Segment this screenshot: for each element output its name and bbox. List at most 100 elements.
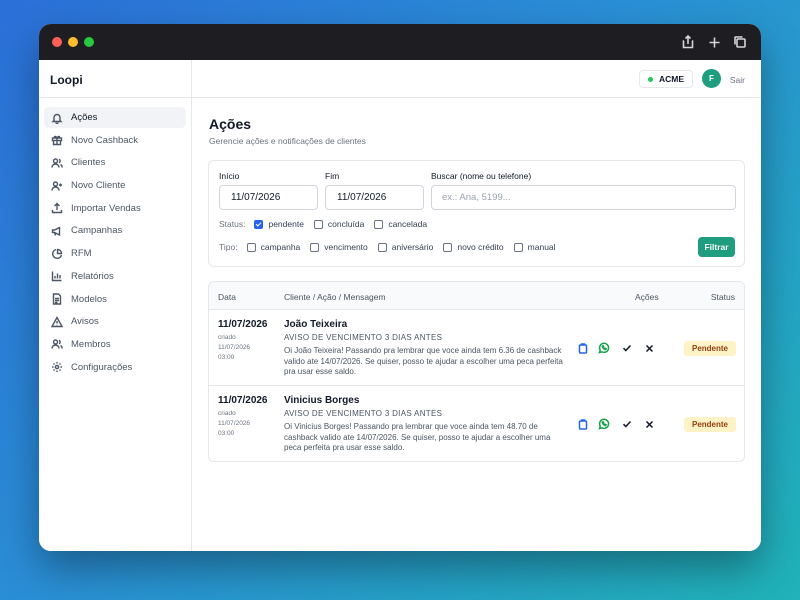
table-row: 11/07/2026 criado 11/07/2026 03:00 João …: [209, 310, 744, 386]
checkbox[interactable]: [310, 242, 320, 252]
checkbox[interactable]: [374, 219, 384, 229]
checkbox[interactable]: [513, 242, 523, 252]
type-option-novo-credito[interactable]: novo crédito: [443, 242, 504, 252]
logout-link[interactable]: Sair: [730, 75, 745, 85]
minimize-window-button[interactable]: [68, 37, 78, 47]
client-name: Vinicius Borges: [284, 395, 360, 406]
megaphone-icon: [51, 225, 63, 237]
end-date-input[interactable]: 11/07/2026: [325, 185, 424, 210]
message-text: Oi Vinicius Borges! Passando pra lembrar…: [284, 422, 551, 452]
file-text-icon: [51, 293, 63, 305]
sidebar-item-membros[interactable]: Membros: [44, 334, 186, 355]
sidebar-item-label: Campanhas: [71, 225, 123, 237]
checkbox[interactable]: [377, 242, 387, 252]
sidebar-item-configuracoes[interactable]: Configurações: [44, 357, 186, 378]
filters-panel: Início 11/07/2026 Fim 11/07/2026 Buscar …: [208, 160, 745, 267]
sidebar-item-label: Novo Cashback: [71, 134, 139, 146]
sidebar-item-avisos[interactable]: Avisos: [44, 311, 186, 332]
type-option-aniversario[interactable]: aniversário: [377, 242, 434, 252]
checkbox[interactable]: [254, 219, 264, 229]
created-time: 03:00: [218, 430, 235, 437]
option-label: manual: [527, 242, 556, 252]
pie-chart-icon: [51, 248, 63, 260]
close-icon[interactable]: [643, 342, 655, 354]
sidebar-item-label: Relatórios: [71, 270, 114, 282]
whatsapp-icon[interactable]: [598, 342, 610, 354]
gift-icon: [51, 134, 63, 146]
end-date-label: Fim: [325, 171, 340, 181]
checkbox[interactable]: [246, 242, 256, 252]
type-option-vencimento[interactable]: vencimento: [310, 242, 368, 252]
row-date: 11/07/2026: [218, 395, 268, 406]
type-option-manual[interactable]: manual: [513, 242, 556, 252]
status-option-pendente[interactable]: pendente: [254, 219, 304, 229]
whatsapp-icon[interactable]: [598, 418, 610, 430]
status-badge: Pendente: [683, 341, 736, 356]
sidebar-item-label: Novo Cliente: [71, 180, 126, 192]
created-label: criado: [218, 334, 236, 341]
table-row: 11/07/2026 criado 11/07/2026 03:00 Vinic…: [209, 386, 744, 461]
sidebar-item-importar-vendas[interactable]: Importar Vendas: [44, 198, 186, 219]
company-selector[interactable]: ACME: [638, 70, 693, 88]
sidebar-item-label: Clientes: [71, 157, 106, 169]
tabs-overview-icon[interactable]: [731, 33, 749, 51]
row-date: 11/07/2026: [218, 319, 268, 330]
created-date: 11/07/2026: [218, 420, 251, 427]
new-tab-icon[interactable]: [705, 33, 723, 51]
sidebar-item-relatorios[interactable]: Relatórios: [44, 266, 186, 287]
option-label: aniversário: [391, 242, 434, 252]
sidebar-item-modelos[interactable]: Modelos: [44, 289, 186, 310]
status-option-concluida[interactable]: concluída: [313, 219, 364, 229]
check-icon[interactable]: [621, 418, 633, 430]
sidebar-item-acoes[interactable]: Ações: [44, 107, 186, 128]
sidebar-item-clientes[interactable]: Clientes: [44, 152, 186, 173]
members-icon: [51, 338, 63, 350]
filter-button[interactable]: Filtrar: [698, 237, 735, 257]
sidebar-item-label: Membros: [71, 338, 111, 350]
gear-icon: [51, 361, 63, 373]
status-option-cancelada[interactable]: cancelada: [374, 219, 427, 229]
bell-icon: [51, 112, 63, 124]
copy-icon[interactable]: [577, 342, 589, 354]
browser-window: Loopi Ações Novo Cashback Clientes Novo …: [39, 24, 761, 551]
type-filter-row: Tipo: campanha vencimento aniversário no…: [219, 242, 566, 252]
status-badge: Pendente: [683, 417, 736, 432]
status-label: Status:: [219, 219, 246, 229]
share-icon[interactable]: [679, 33, 697, 51]
avatar[interactable]: F: [702, 69, 721, 88]
sidebar-item-rfm[interactable]: RFM: [44, 243, 186, 264]
search-label: Buscar (nome ou telefone): [431, 171, 532, 181]
sidebar-nav: Ações Novo Cashback Clientes Novo Client…: [39, 98, 191, 378]
option-label: novo crédito: [457, 242, 504, 252]
option-label: vencimento: [324, 242, 368, 252]
table-header: Data Cliente / Ação / Mensagem Ações Sta…: [209, 282, 744, 310]
page-title: Ações: [209, 116, 252, 132]
close-icon[interactable]: [643, 418, 655, 430]
page-subtitle: Gerencie ações e notificações de cliente…: [209, 136, 366, 146]
sidebar-item-campanhas[interactable]: Campanhas: [44, 220, 186, 241]
maximize-window-button[interactable]: [84, 37, 94, 47]
checkbox[interactable]: [313, 219, 323, 229]
title-bar: [39, 24, 761, 60]
sidebar-item-novo-cashback[interactable]: Novo Cashback: [44, 130, 186, 151]
created-date: 11/07/2026: [218, 344, 251, 351]
close-window-button[interactable]: [52, 37, 62, 47]
bar-chart-icon: [51, 270, 63, 282]
brand-logo: Loopi: [39, 60, 191, 98]
message-text: Oi João Teixeira! Passando pra lembrar q…: [284, 346, 563, 376]
upload-icon: [51, 202, 63, 214]
header-status: Status: [710, 292, 735, 302]
users-icon: [51, 157, 63, 169]
search-input[interactable]: ex.: Ana, 5199...: [431, 185, 736, 210]
type-option-campanha[interactable]: campanha: [246, 242, 300, 252]
user-plus-icon: [51, 180, 63, 192]
sidebar: Loopi Ações Novo Cashback Clientes Novo …: [39, 60, 192, 551]
check-icon[interactable]: [621, 342, 633, 354]
sidebar-item-label: Configurações: [71, 361, 133, 373]
copy-icon[interactable]: [577, 418, 589, 430]
start-date-label: Início: [219, 171, 240, 181]
checkbox[interactable]: [443, 242, 453, 252]
start-date-input[interactable]: 11/07/2026: [219, 185, 318, 210]
sidebar-item-novo-cliente[interactable]: Novo Cliente: [44, 175, 186, 196]
created-time: 03:00: [218, 354, 235, 361]
